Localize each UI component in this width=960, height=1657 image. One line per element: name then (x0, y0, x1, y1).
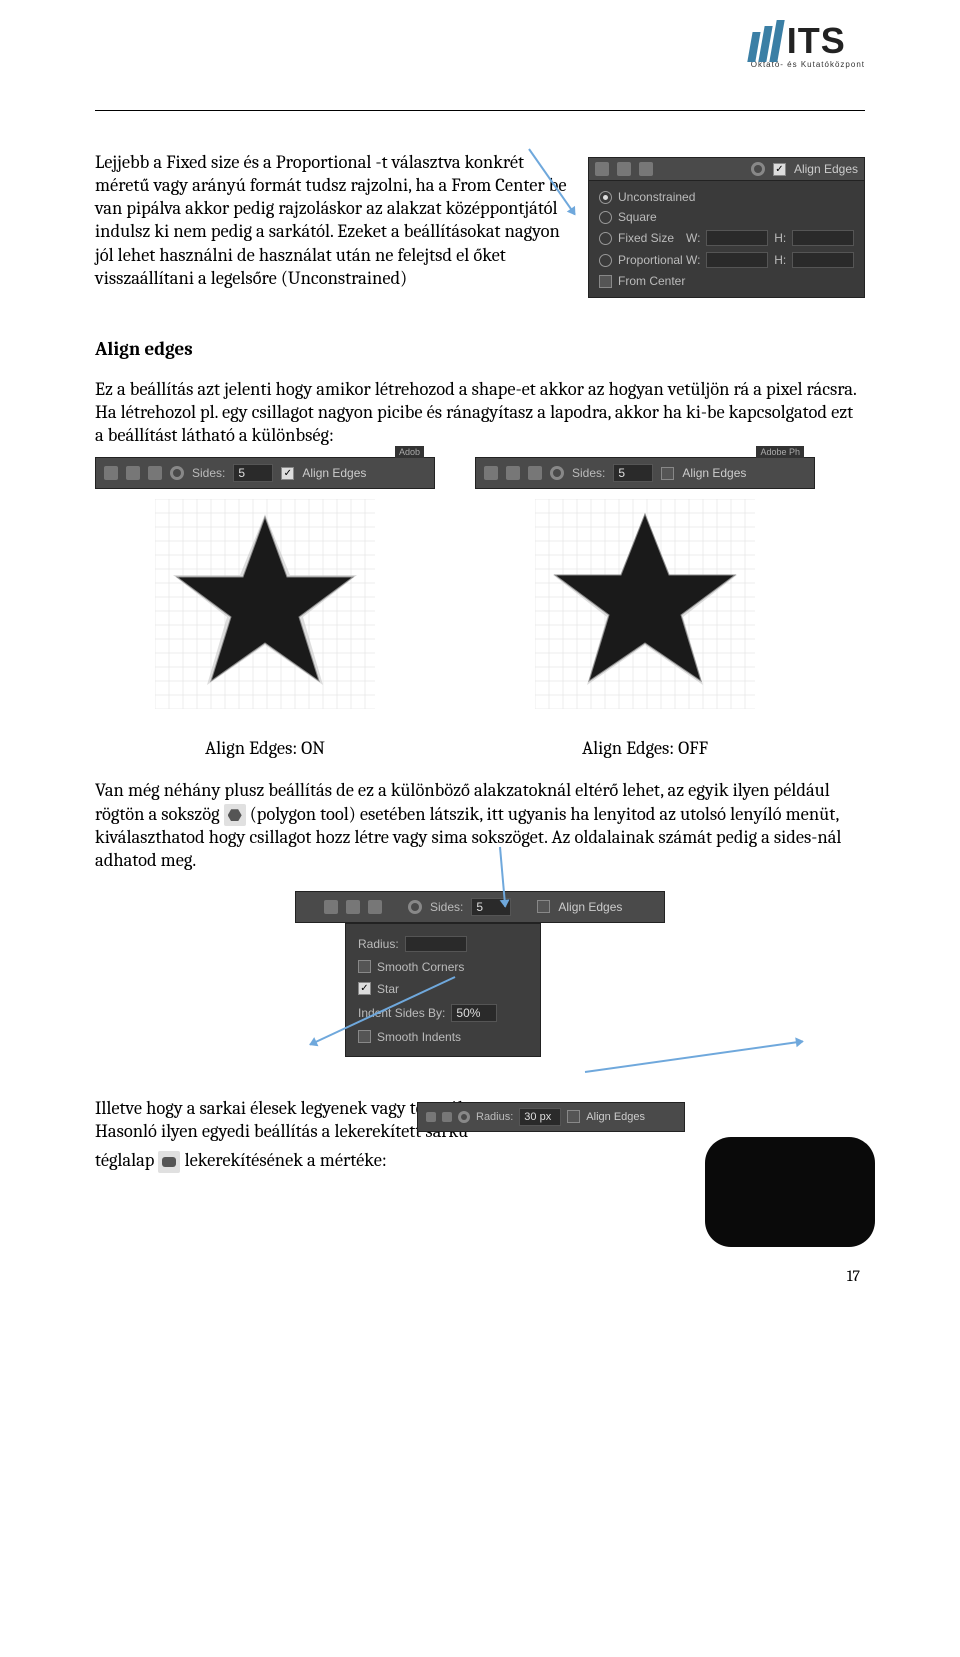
indent-label: Indent Sides By: (358, 1006, 445, 1020)
unconstrained-radio[interactable] (599, 191, 612, 204)
align-icon[interactable] (442, 1112, 452, 1122)
unconstrained-label: Unconstrained (618, 190, 695, 204)
align-edges-label: Align Edges (302, 466, 366, 480)
align-edges-checkbox[interactable] (567, 1110, 580, 1123)
paragraph-4c-b: lekerekítésének a mértéke: (185, 1149, 387, 1171)
align-edges-checkbox[interactable]: ✓ (773, 163, 786, 176)
gear-icon[interactable] (170, 466, 184, 480)
smooth-corners-label: Smooth Corners (377, 960, 464, 974)
star-unaligned-icon (535, 499, 755, 709)
app-hint-2: Adobe Ph (756, 446, 804, 458)
polygon-dropdown: Radius: Smooth Corners ✓ Star Indent Sid… (345, 923, 541, 1057)
align-edges-checkbox-off[interactable] (661, 467, 674, 480)
align-icon[interactable] (617, 162, 631, 176)
sides-label: Sides: (192, 466, 225, 480)
gear-icon[interactable] (751, 162, 765, 176)
fixed-size-label: Fixed Size (618, 231, 680, 245)
radius-input[interactable]: 30 px (519, 1108, 561, 1126)
path-ops-icon[interactable] (426, 1112, 436, 1122)
sides-input[interactable]: 5 (233, 464, 273, 482)
proportional-label: Proportional (618, 253, 680, 267)
align-icon[interactable] (126, 466, 140, 480)
rounded-rect-sample (705, 1137, 875, 1247)
arrange-icon[interactable] (639, 162, 653, 176)
logo: ITS Oktató- és Kutatóközpont (751, 20, 865, 69)
gear-icon[interactable] (550, 466, 564, 480)
polygon-options-bar: Sides: 5 Align Edges (295, 891, 665, 923)
align-icon[interactable] (346, 900, 360, 914)
sides-label: Sides: (572, 466, 605, 480)
proportional-radio[interactable] (599, 254, 612, 267)
align-edges-checkbox[interactable] (537, 900, 550, 913)
sides-label: Sides: (430, 900, 463, 914)
rounded-rect-tool-icon (158, 1151, 180, 1173)
arrange-icon[interactable] (148, 466, 162, 480)
smooth-indents-label: Smooth Indents (377, 1030, 461, 1044)
radius-input[interactable] (405, 936, 467, 952)
page-number: 17 (95, 1267, 865, 1285)
annotation-arrow-icon (585, 1040, 803, 1073)
heading-align-edges: Align edges (95, 338, 865, 360)
square-label: Square (618, 210, 657, 224)
smooth-corners-checkbox[interactable] (358, 960, 371, 973)
sides-input[interactable]: 5 (613, 464, 653, 482)
align-edges-label: Align Edges (794, 162, 858, 176)
h-label-2: H: (774, 253, 786, 267)
page-header: ITS Oktató- és Kutatóközpont (95, 40, 865, 110)
smooth-indents-checkbox[interactable] (358, 1030, 371, 1043)
paragraph-2: Ez a beállítás azt jelenti hogy amikor l… (95, 378, 865, 447)
fixed-size-radio[interactable] (599, 232, 612, 245)
path-ops-icon[interactable] (595, 162, 609, 176)
app-hint: Adob (395, 446, 424, 458)
options-bar-on: Adob Sides: 5 ✓ Align Edges (95, 457, 435, 489)
paragraph-4c-a: téglalap (95, 1149, 154, 1171)
logo-text: ITS (787, 20, 846, 62)
h-label: H: (774, 231, 786, 245)
prop-w-input[interactable] (706, 252, 768, 268)
gear-icon[interactable] (458, 1111, 470, 1123)
path-ops-icon[interactable] (484, 466, 498, 480)
gear-icon[interactable] (408, 900, 422, 914)
logo-bars-icon (747, 20, 784, 62)
from-center-checkbox[interactable] (599, 275, 612, 288)
align-edges-label: Align Edges (682, 466, 746, 480)
w-label: W: (686, 231, 700, 245)
options-bar-off: Adobe Ph Sides: 5 Align Edges (475, 457, 815, 489)
caption-on: Align Edges: ON (95, 737, 435, 759)
path-ops-icon[interactable] (324, 900, 338, 914)
radius-options-bar: Radius: 30 px Align Edges (417, 1102, 685, 1132)
w-label-2: W: (686, 253, 700, 267)
prop-h-input[interactable] (792, 252, 854, 268)
align-edges-label: Align Edges (558, 900, 622, 914)
header-divider (95, 110, 865, 111)
from-center-label: From Center (618, 274, 685, 288)
fixed-w-input[interactable] (706, 230, 768, 246)
star-preview-on (95, 489, 435, 719)
star-label: Star (377, 982, 399, 996)
star-checkbox[interactable]: ✓ (358, 982, 371, 995)
fixed-h-input[interactable] (792, 230, 854, 246)
panel-topbar: ✓ Align Edges (589, 158, 864, 181)
arrange-icon[interactable] (528, 466, 542, 480)
polygon-options-screenshot: Sides: 5 Align Edges Radius: Smooth Corn… (295, 891, 665, 1057)
indent-input[interactable]: 50% (451, 1004, 497, 1022)
radius-label: Radius: (476, 1111, 513, 1123)
caption-off: Align Edges: OFF (475, 737, 815, 759)
arrange-icon[interactable] (368, 900, 382, 914)
star-preview-off (475, 489, 815, 719)
paragraph-3: Van még néhány plusz beállítás de ez a k… (95, 779, 865, 872)
paragraph-1: Lejjebb a Fixed size és a Proportional -… (95, 151, 580, 290)
square-radio[interactable] (599, 211, 612, 224)
align-icon[interactable] (506, 466, 520, 480)
align-edges-label: Align Edges (586, 1111, 645, 1123)
star-aligned-icon (155, 499, 375, 709)
path-ops-icon[interactable] (104, 466, 118, 480)
shape-options-panel: ✓ Align Edges Unconstrained Square Fixed… (588, 157, 865, 298)
radius-label: Radius: (358, 937, 399, 951)
polygon-tool-icon (224, 804, 246, 826)
align-edges-checkbox-on[interactable]: ✓ (281, 467, 294, 480)
